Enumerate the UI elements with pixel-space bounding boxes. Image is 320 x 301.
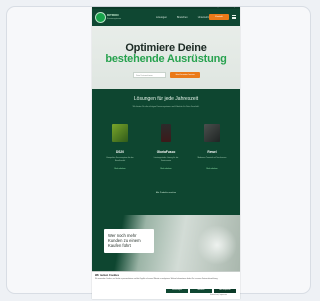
product-link[interactable]: Mehr erfahren bbox=[150, 168, 182, 170]
solutions-subtitle: Wir bieten Dir die richtigen Kassensyste… bbox=[132, 106, 200, 108]
photo-section: Wer noch mehr Kunden zu einem Kaufen füh… bbox=[92, 215, 240, 271]
product-description: Modernes Terminal mit Touchscreen bbox=[197, 157, 227, 159]
hero-title-line2: bestehende Ausrüstung bbox=[105, 53, 227, 65]
product-name: GloriaFusco bbox=[156, 150, 176, 154]
cookie-settings-button[interactable]: Einstellungen bbox=[166, 289, 188, 293]
header-contact-button[interactable]: Kontakt bbox=[209, 14, 229, 20]
solutions-title: Lösungen für jede Jahreszeit bbox=[133, 96, 199, 102]
site-header: DITRON Kassensysteme Lösungen Branchen U… bbox=[92, 9, 240, 26]
product-image bbox=[204, 124, 220, 142]
cookie-banner: Wir nutzen Cookies Wir verwenden Cookies… bbox=[92, 271, 240, 299]
cookie-text: Wir verwenden Cookies, um Inhalte zu per… bbox=[95, 279, 218, 280]
product-card-gloriafusco[interactable]: GloriaFusco Leistungsstarke Lösung für d… bbox=[146, 124, 186, 186]
brand-name[interactable]: DITRON bbox=[107, 14, 119, 17]
website-screenshot: Support Kontakt Login DITRON Kassensyste… bbox=[92, 7, 240, 299]
product-description: Kompaktes Kassensystem für den Einzelhan… bbox=[106, 157, 134, 162]
hero-company-input[interactable]: Dein Unternehmen bbox=[133, 72, 166, 78]
photo-callout-text: Wer noch mehr Kunden zu einem Kaufen füh… bbox=[108, 233, 141, 248]
menu-icon[interactable] bbox=[232, 15, 236, 20]
photo-background bbox=[197, 225, 237, 265]
product-card-rewel[interactable]: Rewel Modernes Terminal mit Touchscreen … bbox=[192, 124, 232, 186]
hero-section: Optimiere Deine bestehende Ausrüstung De… bbox=[92, 26, 240, 89]
all-products-link[interactable]: Alle Produkte ansehen bbox=[92, 192, 240, 194]
hero-cta-button[interactable]: Jetzt beraten lassen bbox=[170, 72, 200, 78]
nav-item-solutions[interactable]: Lösungen bbox=[156, 16, 167, 19]
product-name: DS20 bbox=[116, 150, 124, 154]
cookie-legal-links[interactable]: Datenschutz | Impressum bbox=[210, 295, 227, 297]
product-description: Leistungsstarke Lösung für die Gastronom… bbox=[153, 157, 179, 162]
nav-item-industries[interactable]: Branchen bbox=[177, 16, 188, 19]
cookie-decline-button[interactable]: Ablehnen bbox=[190, 289, 212, 293]
photo-callout-box: Wer noch mehr Kunden zu einem Kaufen füh… bbox=[104, 229, 154, 253]
solutions-section: Lösungen für jede Jahreszeit Wir bieten … bbox=[92, 89, 240, 215]
cookie-title: Wir nutzen Cookies bbox=[95, 274, 120, 277]
product-link[interactable]: Mehr erfahren bbox=[196, 168, 228, 170]
product-name: Rewel bbox=[207, 150, 217, 154]
product-image bbox=[161, 124, 171, 142]
product-link[interactable]: Mehr erfahren bbox=[104, 168, 136, 170]
product-image bbox=[112, 124, 128, 142]
cookie-accept-button[interactable]: Alle akzeptieren bbox=[214, 289, 236, 293]
product-card-ds20[interactable]: DS20 Kompaktes Kassensystem für den Einz… bbox=[100, 124, 140, 186]
brand-tagline: Kassensysteme bbox=[107, 18, 122, 20]
main-nav: Lösungen Branchen Unternehmen bbox=[156, 16, 213, 19]
brand-logo-icon[interactable] bbox=[95, 12, 106, 23]
